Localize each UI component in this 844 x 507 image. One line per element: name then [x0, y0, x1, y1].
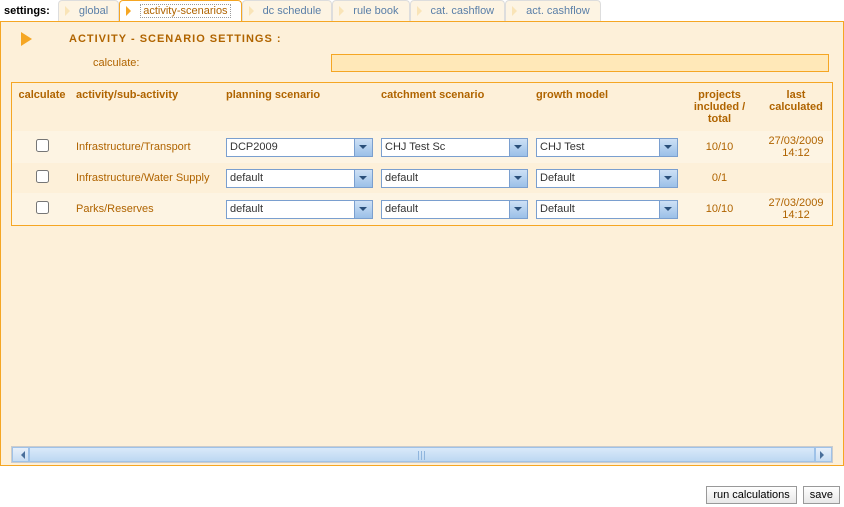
col-growth: growth model — [532, 83, 682, 131]
catchment-select[interactable]: default — [381, 169, 528, 188]
growth-select[interactable]: CHJ Test — [536, 138, 678, 157]
row-checkbox[interactable] — [36, 170, 49, 183]
projects-cell: 10/10 — [682, 199, 757, 219]
growth-select[interactable]: Default — [536, 169, 678, 188]
chevron-down-icon — [359, 207, 367, 215]
table-row: Infrastructure/Transport DCP2009 CHJ Tes… — [12, 131, 832, 163]
scroll-track[interactable] — [29, 447, 815, 462]
tab-label: cat. cashflow — [431, 5, 495, 17]
calculate-input[interactable] — [331, 54, 829, 72]
col-catchment: catchment scenario — [377, 83, 532, 131]
run-calculations-button[interactable]: run calculations — [706, 486, 796, 504]
tab-bar: settings: global activity-scenarios dc s… — [0, 0, 844, 22]
tab-global[interactable]: global — [58, 0, 119, 21]
chevron-down-icon — [664, 176, 672, 184]
chevron-left-icon — [17, 451, 25, 459]
planning-select[interactable]: default — [226, 169, 373, 188]
tab-label: global — [79, 5, 108, 17]
tab-label: dc schedule — [263, 5, 322, 17]
chevron-down-icon — [359, 145, 367, 153]
arrow-icon — [249, 6, 259, 16]
row-checkbox[interactable] — [36, 139, 49, 152]
col-projects: projects included / total — [682, 83, 757, 131]
header-row: ACTIVITY - SCENARIO SETTINGS : — [1, 22, 843, 52]
calculate-label: calculate: — [93, 57, 321, 69]
scroll-thumb[interactable] — [29, 447, 815, 462]
projects-cell: 10/10 — [682, 137, 757, 157]
last-calc-cell: 27/03/2009 14:12 — [757, 193, 835, 225]
section-arrow-icon — [21, 32, 39, 46]
chevron-right-icon — [820, 451, 828, 459]
col-calculate: calculate — [12, 83, 72, 131]
tab-cat-cashflow[interactable]: cat. cashflow — [410, 0, 506, 21]
grid-header: calculate activity/sub-activity planning… — [12, 83, 832, 131]
col-activity: activity/sub-activity — [72, 83, 222, 131]
grip-icon — [418, 451, 426, 460]
catchment-select[interactable]: CHJ Test Sc — [381, 138, 528, 157]
chevron-down-icon — [514, 176, 522, 184]
arrow-icon — [126, 6, 136, 16]
chevron-down-icon — [514, 145, 522, 153]
tab-label: act. cashflow — [526, 5, 590, 17]
scroll-right-button[interactable] — [815, 447, 832, 462]
arrow-icon — [339, 6, 349, 16]
tab-activity-scenarios[interactable]: activity-scenarios — [119, 0, 241, 21]
chevron-down-icon — [664, 145, 672, 153]
settings-label: settings: — [0, 1, 58, 21]
chevron-down-icon — [514, 207, 522, 215]
chevron-down-icon — [664, 207, 672, 215]
projects-cell: 0/1 — [682, 168, 757, 188]
arrow-icon — [417, 6, 427, 16]
tab-act-cashflow[interactable]: act. cashflow — [505, 0, 601, 21]
activity-cell: Parks/Reserves — [72, 199, 222, 219]
footer-buttons: run calculations save — [706, 486, 840, 504]
tab-label: rule book — [353, 5, 398, 17]
scenario-grid: calculate activity/sub-activity planning… — [11, 82, 833, 226]
planning-select[interactable]: DCP2009 — [226, 138, 373, 157]
arrow-icon — [65, 6, 75, 16]
planning-select[interactable]: default — [226, 200, 373, 219]
chevron-down-icon — [359, 176, 367, 184]
col-last: last calculated — [757, 83, 835, 131]
row-checkbox[interactable] — [36, 201, 49, 214]
last-calc-cell — [757, 174, 835, 182]
scroll-left-button[interactable] — [12, 447, 29, 462]
activity-cell: Infrastructure/Transport — [72, 137, 222, 157]
table-row: Infrastructure/Water Supply default defa… — [12, 163, 832, 193]
growth-select[interactable]: Default — [536, 200, 678, 219]
col-planning: planning scenario — [222, 83, 377, 131]
last-calc-cell: 27/03/2009 14:12 — [757, 131, 835, 163]
tab-label: activity-scenarios — [140, 4, 230, 18]
table-row: Parks/Reserves default default Default 1… — [12, 193, 832, 225]
horizontal-scrollbar[interactable] — [11, 446, 833, 463]
catchment-select[interactable]: default — [381, 200, 528, 219]
tab-rule-book[interactable]: rule book — [332, 0, 409, 21]
main-panel: ACTIVITY - SCENARIO SETTINGS : calculate… — [0, 22, 844, 466]
save-button[interactable]: save — [803, 486, 840, 504]
tab-dc-schedule[interactable]: dc schedule — [242, 0, 333, 21]
arrow-icon — [512, 6, 522, 16]
calculate-row: calculate: — [1, 52, 843, 82]
page-title: ACTIVITY - SCENARIO SETTINGS : — [69, 33, 282, 45]
activity-cell: Infrastructure/Water Supply — [72, 168, 222, 188]
